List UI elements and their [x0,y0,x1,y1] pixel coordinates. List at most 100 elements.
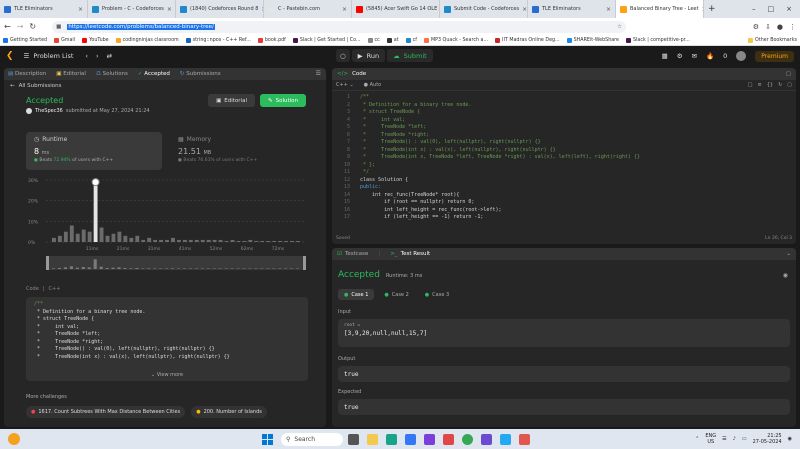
range-handle-left[interactable] [46,256,49,270]
language-select[interactable]: C++ ⌄ [336,82,354,88]
other-bookmarks[interactable]: Other Bookmarks [748,37,797,43]
forward-icon[interactable]: → [17,22,24,31]
tab-submissions[interactable]: ↻ Submissions [180,71,221,77]
chart-bar[interactable] [165,239,169,242]
tab-editorial[interactable]: ▣ Editorial [56,71,86,77]
app-icon[interactable] [519,433,530,445]
chart-bar[interactable] [153,239,158,242]
code-line[interactable]: 6 * TreeNode *right; [336,132,792,140]
chart-bar[interactable] [218,239,223,242]
downloads-icon[interactable]: ⇩ [765,23,771,31]
chart-bar[interactable] [278,240,283,242]
editorial-button[interactable]: ▣ Editorial [208,94,255,107]
taskbar-search[interactable]: ⚲ Search [281,432,343,446]
prev-problem-icon[interactable]: ‹ [85,52,88,60]
chart-bar[interactable] [194,239,199,242]
submit-button[interactable]: ☁ Submit [387,49,433,62]
chart-bar[interactable] [63,231,68,242]
chart-bar[interactable] [290,240,294,242]
chart-bar[interactable] [177,239,181,242]
app-icon[interactable] [424,433,435,445]
app-icon[interactable] [481,433,492,445]
chart-bar[interactable] [242,240,247,242]
site-info-icon[interactable]: ■ [56,24,61,30]
weather-icon[interactable] [8,433,20,445]
range-overview[interactable] [46,256,306,270]
browser-tab[interactable]: Balanced Binary Tree - Leet× [616,0,704,18]
bookmark-item[interactable]: book.pdf [257,37,286,43]
bookmark-item[interactable]: string::npos - C++ Ref... [185,37,251,43]
layout-icon[interactable]: ▦ [662,52,668,60]
code-line[interactable]: 2 * Definition for a binary tree node. [336,102,792,110]
chart-bar[interactable] [260,240,265,242]
chart-bar[interactable] [224,240,229,242]
browser-tab[interactable]: C - Pastebin.com × [264,0,352,18]
chart-bar[interactable] [182,239,187,242]
chart-bar[interactable] [141,239,146,242]
tab-testcase[interactable]: ☑ Testcase [337,251,368,257]
range-handle-right[interactable] [303,256,306,270]
expand-panel-icon[interactable]: ☰ [316,70,321,77]
tab-description[interactable]: ▤ Description [8,71,46,77]
menu-icon[interactable]: ⋮ [789,23,796,31]
chart-bar[interactable] [188,239,193,242]
braces-icon[interactable]: {} [767,82,773,88]
chart-bar[interactable] [171,237,175,242]
code-line[interactable]: 3 * struct TreeNode { [336,109,792,117]
minimize-icon[interactable]: – [752,5,756,13]
run-button[interactable]: ▶ Run [351,49,386,62]
code-line[interactable]: 8 * TreeNode(int x) : val(x), left(nullp… [336,147,792,155]
task-view-icon[interactable] [348,433,359,445]
tab-accepted[interactable]: ✓ Accepted [138,71,170,77]
browser-tab[interactable]: Submit Code - Codeforces × [440,0,528,18]
bookmark-item[interactable]: YouTube [82,37,109,43]
chart-bar[interactable] [254,240,259,242]
chart-bar[interactable] [105,235,110,242]
chart-bar[interactable] [111,233,116,242]
leetcode-logo-icon[interactable]: ❮ [6,51,14,61]
file-explorer-icon[interactable] [367,433,378,445]
chart-bar[interactable] [266,240,271,242]
challenge-link[interactable]: ● 200. Number of Islands [191,406,267,418]
bookmark-item[interactable]: MP3 Quack - Search a... [423,37,488,43]
browser-tab[interactable]: TLE Eliminators × [528,0,616,18]
volume-icon[interactable]: ♪ [733,436,736,442]
new-tab-icon[interactable]: + [708,4,716,14]
streak-icon[interactable]: 🔥 [706,52,714,60]
vscode-icon[interactable] [500,433,511,445]
settings-icon[interactable]: ⚙ [677,52,683,60]
code-line[interactable]: 11 */ [336,169,792,177]
bookmark-item[interactable]: IIT Madras Online Deg... [495,37,560,43]
chart-bar[interactable] [284,240,289,242]
next-problem-icon[interactable]: › [96,52,99,60]
browser-tab[interactable]: (1840) Codeforces Round 8× [176,0,264,18]
chart-marker[interactable] [91,178,100,187]
code-line[interactable]: 15 if (root == nullptr) return 0; [336,199,792,207]
bookmark-item[interactable]: codingninjas classroom [115,37,179,43]
chart-bar[interactable] [159,239,164,242]
code-line[interactable]: 13 public: [336,184,792,192]
runtime-distribution-chart[interactable]: 30% 20% 10% 0% 11ms 21ms 31ms 41ms 52ms 62ms 72ms [26,174,316,278]
code-line[interactable]: 10 * }; [336,162,792,170]
clock[interactable]: 21:25 27-05-2024 [753,433,782,445]
fullscreen-icon[interactable]: ▢ [787,82,792,88]
code-line[interactable]: 17 if (left_height == -1) return -1; [336,214,792,222]
case-tab[interactable]: ● Case 1 [338,289,375,300]
chart-bar[interactable] [272,240,277,242]
extensions-icon[interactable]: ⚙ [753,23,759,31]
user-avatar[interactable] [26,108,32,114]
runtime-card[interactable]: ◷ Runtime 8 ms ● Beats 72.94% of users wi… [26,132,162,170]
format-icon[interactable]: ≡ [757,82,761,88]
tray-chevron-icon[interactable]: ⌃ [695,436,699,442]
chart-bar[interactable] [57,235,62,242]
chrome-icon[interactable] [462,433,473,445]
chart-bar[interactable] [129,237,134,242]
close-tab-icon[interactable]: × [606,6,611,13]
all-submissions-link[interactable]: All Submissions [19,83,62,89]
chart-bar[interactable] [296,240,300,242]
chart-bar[interactable] [135,235,140,242]
wifi-icon[interactable]: ☰ [722,436,726,442]
notifications-icon[interactable]: ◉ [788,436,792,442]
profile-icon[interactable]: ● [777,23,783,31]
code-line[interactable]: 7 * TreeNode() : val(0), left(nullptr), … [336,139,792,147]
